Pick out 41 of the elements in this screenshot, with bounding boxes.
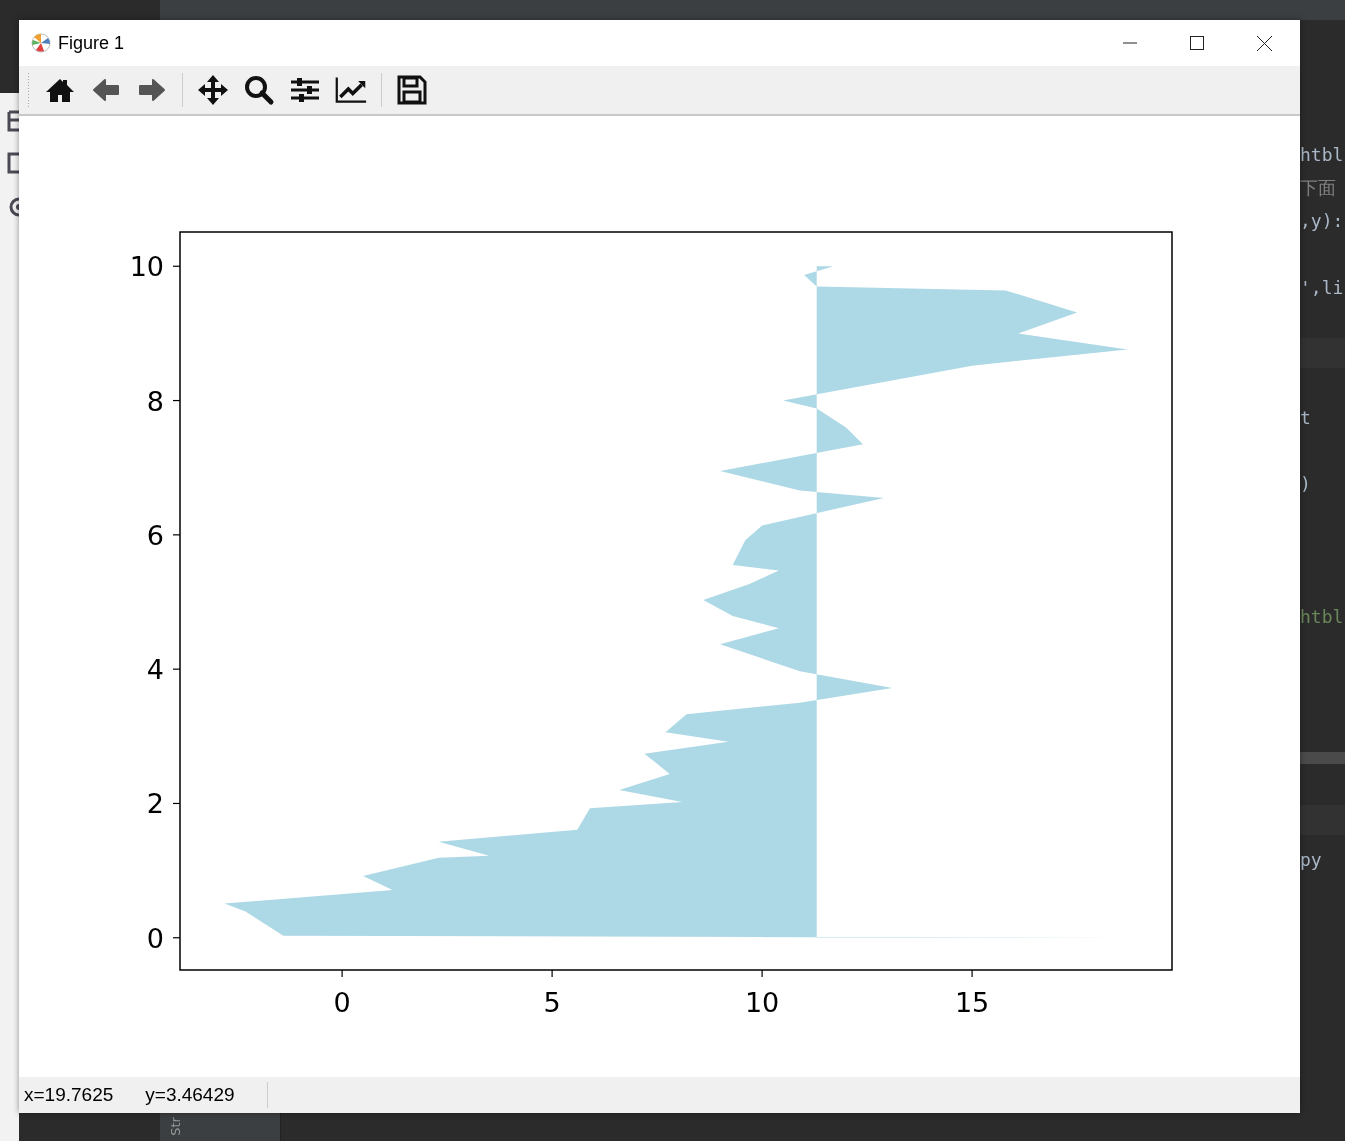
eye-icon[interactable] [7,197,19,217]
x-tick-label: 15 [954,987,990,1018]
tick-mark [172,668,181,670]
y-tick-label: 4 [146,654,164,686]
maximize-icon[interactable] [1190,36,1204,50]
code-fragment: htbl [1300,606,1344,627]
tick-mark [172,399,181,402]
tick-mark [172,802,181,805]
x-tick-label: 5 [543,987,561,1018]
code-fragment: py [1300,849,1322,870]
code-fragment: ,y): [1300,210,1344,231]
y-tick-label: 0 [146,922,164,954]
code-fragment: htbl [1300,144,1344,165]
y-tick-label: 6 [146,519,164,551]
layout-icon[interactable] [7,110,19,132]
move-icon[interactable] [197,74,229,106]
y-tick-label: 2 [146,788,164,820]
structure-tab[interactable]: Str [167,1117,183,1136]
search-icon[interactable] [243,74,275,106]
panel-divider-bar [1300,752,1345,764]
tick-mark [761,969,763,978]
code-fragment: ',li [1300,277,1344,298]
tick-mark [551,969,553,978]
window-title: Figure 1 [58,32,125,54]
x-tick-label: 0 [333,987,351,1018]
close-icon[interactable] [1257,35,1272,51]
x-coordinate: x=19.7625 [24,1084,114,1106]
save-icon[interactable] [396,74,428,106]
tick-mark [971,969,973,978]
tick-mark [172,937,181,939]
code-fragment: ) [1300,473,1311,494]
x-tick-label: 10 [744,987,780,1018]
tick-mark [172,265,181,267]
tick-mark [341,969,343,978]
y-coordinate: y=3.46429 [145,1084,235,1106]
tick-mark [172,534,181,536]
code-fragment: 下面 [1300,176,1336,200]
y-tick-label: 8 [146,385,164,417]
app-logo-icon [30,32,52,54]
code-fragment: t [1300,407,1311,428]
y-tick-label: 10 [129,251,164,283]
